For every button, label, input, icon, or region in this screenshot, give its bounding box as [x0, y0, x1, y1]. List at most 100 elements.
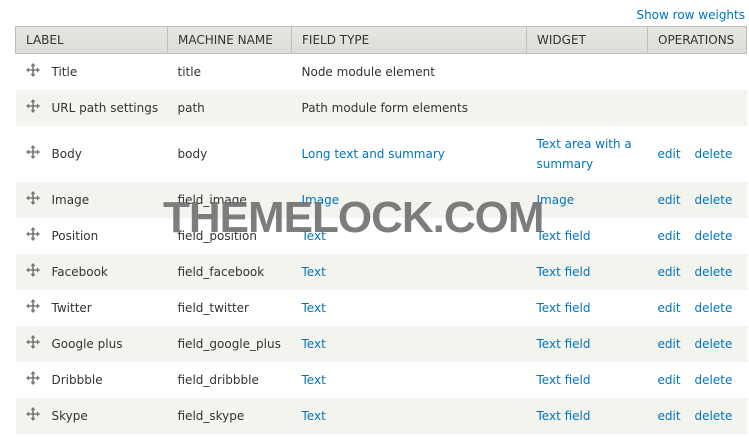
table-row: Dribbble field_dribbble Text Text field … [15, 361, 747, 398]
edit-link[interactable]: edit [658, 226, 681, 246]
machine-name-cell: field_facebook [177, 264, 265, 279]
table-header-row: LABEL MACHINE NAME FIELD TYPE WIDGET OPE… [15, 26, 747, 54]
widget-link[interactable]: Text field [537, 229, 591, 243]
manage-fields-table: LABEL MACHINE NAME FIELD TYPE WIDGET OPE… [15, 26, 747, 434]
table-row: Position field_position Text Text field … [15, 217, 747, 254]
delete-link[interactable]: delete [695, 301, 733, 315]
field-type-cell: Text [292, 290, 527, 326]
label-cell: Title [16, 54, 168, 90]
edit-link[interactable]: edit [658, 190, 681, 210]
field-label: Position [51, 228, 99, 243]
field-type-cell: Path module form elements [301, 100, 469, 115]
drag-handle-icon[interactable] [25, 145, 40, 159]
column-header-machine-name: MACHINE NAME [167, 26, 292, 54]
widget-cell: Text field [527, 398, 648, 434]
widget-cell: Text field [527, 218, 648, 254]
label-cell: Facebook [16, 254, 168, 290]
label-cell: URL path settings [16, 90, 168, 126]
machine-name-cell: field_image [177, 192, 247, 207]
field-type-link[interactable]: Text [302, 409, 326, 423]
machine-name-cell: field_dribbble [177, 372, 259, 387]
delete-link[interactable]: delete [695, 265, 733, 279]
widget-link[interactable]: Text field [537, 265, 591, 279]
machine-name-cell: body [177, 146, 208, 161]
column-header-label: LABEL [15, 26, 168, 54]
field-type-cell: Text [292, 362, 527, 398]
field-label: Facebook [51, 264, 108, 279]
field-type-cell: Image [292, 182, 527, 218]
table-row: Skype field_skype Text Text field edit de… [15, 397, 747, 434]
widget-link[interactable]: Text field [537, 409, 591, 423]
delete-link[interactable]: delete [695, 337, 733, 351]
field-type-link[interactable]: Text [302, 337, 326, 351]
drag-handle-icon[interactable] [25, 335, 40, 349]
table-row: Twitter field_twitter Text Text field ed… [15, 289, 747, 326]
operations-cell [648, 90, 747, 126]
delete-link[interactable]: delete [695, 229, 733, 243]
drag-handle-icon[interactable] [25, 63, 40, 78]
field-type-cell: Long text and summary [292, 126, 527, 182]
widget-cell: Text area with a summary [527, 126, 648, 182]
edit-link[interactable]: edit [658, 298, 681, 318]
edit-link[interactable]: edit [658, 406, 681, 426]
edit-link[interactable]: edit [658, 144, 681, 164]
edit-link[interactable]: edit [658, 262, 681, 282]
field-type-link[interactable]: Image [302, 193, 340, 207]
drag-handle-icon[interactable] [25, 263, 40, 277]
column-header-field-type: FIELD TYPE [291, 26, 527, 54]
drag-handle-icon[interactable] [25, 99, 40, 113]
drag-handle-icon[interactable] [25, 299, 40, 313]
drag-handle-icon[interactable] [25, 191, 40, 205]
widget-link[interactable]: Image [537, 193, 575, 207]
field-type-link[interactable]: Text [302, 301, 326, 315]
label-cell: Dribbble [16, 362, 168, 398]
field-type-link[interactable]: Text [302, 373, 326, 387]
delete-link[interactable]: delete [695, 147, 733, 161]
field-label: Image [51, 192, 90, 207]
table-row: Body body Long text and summary Text are… [15, 125, 747, 182]
field-type-link[interactable]: Text [302, 265, 326, 279]
operations-cell: edit delete [648, 362, 747, 398]
widget-cell: Text field [527, 254, 648, 290]
field-type-cell: Node module element [301, 64, 435, 79]
label-cell: Skype [16, 398, 168, 434]
column-header-operations: OPERATIONS [647, 26, 747, 54]
field-label: Twitter [51, 300, 92, 315]
widget-cell: Text field [527, 290, 648, 326]
operations-cell: edit delete [648, 126, 747, 182]
widget-link[interactable]: Text field [537, 337, 591, 351]
machine-name-cell: field_skype [177, 408, 245, 423]
operations-cell: edit delete [648, 218, 747, 254]
widget-cell: Text field [527, 326, 648, 362]
field-label: Google plus [51, 336, 123, 351]
delete-link[interactable]: delete [695, 409, 733, 423]
drag-handle-icon[interactable] [25, 371, 40, 385]
column-header-widget: WIDGET [526, 26, 648, 54]
machine-name-cell: field_position [177, 228, 257, 243]
operations-cell: edit delete [648, 254, 747, 290]
edit-link[interactable]: edit [658, 370, 681, 390]
operations-cell: edit delete [648, 182, 747, 218]
show-row-weights-link[interactable]: Show row weights [636, 8, 745, 22]
table-row: Google plus field_google_plus Text Text … [15, 325, 747, 362]
field-type-cell: Text [292, 398, 527, 434]
table-row: URL path settings path Path module form … [15, 89, 747, 126]
widget-link[interactable]: Text field [537, 301, 591, 315]
field-type-link[interactable]: Long text and summary [302, 147, 445, 161]
machine-name-cell: title [177, 64, 201, 79]
field-label: Body [51, 146, 82, 161]
operations-cell: edit delete [648, 326, 747, 362]
edit-link[interactable]: edit [658, 334, 681, 354]
machine-name-cell: field_twitter [177, 300, 249, 315]
drag-handle-icon[interactable] [25, 227, 40, 241]
drag-handle-icon[interactable] [25, 407, 40, 421]
delete-link[interactable]: delete [695, 193, 733, 207]
label-cell: Twitter [16, 290, 168, 326]
label-cell: Image [16, 182, 168, 218]
widget-cell: Image [527, 182, 648, 218]
widget-link[interactable]: Text area with a summary [537, 137, 632, 171]
table-row: Title title Node module element [15, 53, 747, 90]
field-type-link[interactable]: Text [302, 229, 326, 243]
delete-link[interactable]: delete [695, 373, 733, 387]
widget-link[interactable]: Text field [537, 373, 591, 387]
